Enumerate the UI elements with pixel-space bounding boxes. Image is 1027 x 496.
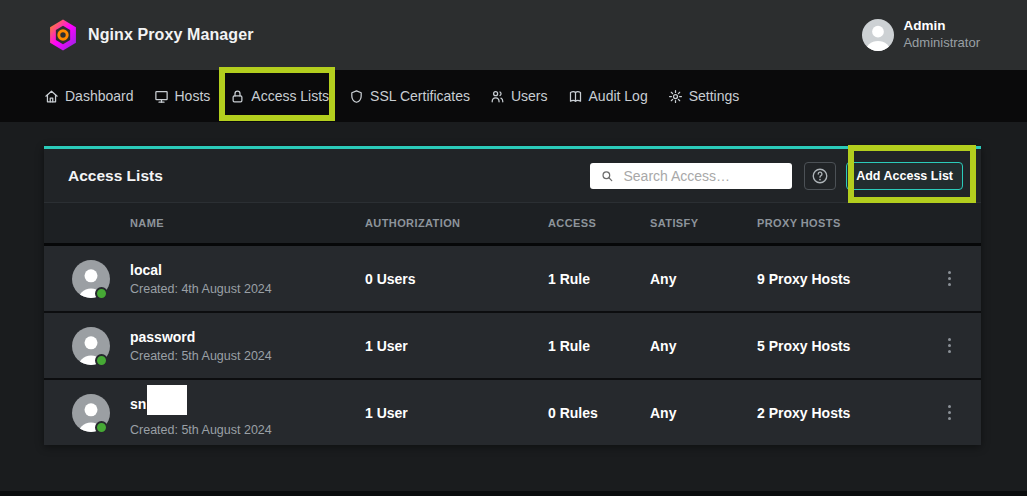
row-actions-menu[interactable] [948, 271, 951, 286]
row-authorization: 1 User [365, 338, 548, 354]
row-created: Created: 5th August 2024 [130, 349, 365, 363]
row-actions-menu[interactable] [948, 338, 951, 353]
nav-item-access-lists[interactable]: Access Lists [230, 88, 329, 104]
row-created: Created: 5th August 2024 [130, 423, 365, 437]
row-access: 1 Rule [548, 271, 650, 287]
app-logo-icon [48, 19, 78, 51]
row-access: 1 Rule [548, 338, 650, 354]
row-proxy-hosts: 2 Proxy Hosts [757, 405, 917, 421]
lock-icon [230, 89, 245, 104]
row-access: 0 Rules [548, 405, 650, 421]
row-authorization: 0 Users [365, 271, 548, 287]
col-header-authorization: AUTHORIZATION [365, 217, 548, 229]
online-status-dot [95, 421, 108, 434]
main-nav: Dashboard Hosts Access Lists SSL Certifi… [0, 70, 1027, 122]
row-avatar [72, 394, 110, 432]
row-proxy-hosts: 5 Proxy Hosts [757, 338, 917, 354]
nav-item-dashboard[interactable]: Dashboard [44, 88, 134, 104]
online-status-dot [95, 287, 108, 300]
monitor-icon [154, 89, 169, 104]
redaction-box [147, 385, 187, 415]
row-avatar [72, 260, 110, 298]
row-created: Created: 4th August 2024 [130, 282, 365, 296]
row-satisfy: Any [650, 271, 757, 287]
user-menu[interactable]: Admin Administrator [862, 18, 980, 51]
users-icon [490, 89, 505, 104]
shield-icon [349, 89, 364, 104]
add-access-list-button[interactable]: Add Access List [846, 162, 963, 190]
help-icon [811, 167, 829, 185]
row-avatar [72, 327, 110, 365]
search-box [590, 163, 792, 189]
table-row[interactable]: sn Created: 5th August 2024 1 User 0 Rul… [44, 380, 981, 445]
gear-icon [668, 89, 683, 104]
row-name: sn [130, 396, 146, 412]
app-header: Nginx Proxy Manager Admin Administrator [0, 0, 1027, 70]
book-icon [568, 89, 583, 104]
panel-title: Access Lists [68, 167, 163, 185]
row-name: local [130, 262, 162, 278]
col-header-name: NAME [130, 217, 365, 229]
row-proxy-hosts: 9 Proxy Hosts [757, 271, 917, 287]
table-row[interactable]: password Created: 5th August 2024 1 User… [44, 313, 981, 378]
help-button[interactable] [804, 162, 836, 190]
row-satisfy: Any [650, 405, 757, 421]
row-actions-menu[interactable] [948, 405, 951, 420]
table-row[interactable]: local Created: 4th August 2024 0 Users 1… [44, 246, 981, 311]
col-header-proxy-hosts: PROXY HOSTS [757, 217, 917, 229]
online-status-dot [95, 354, 108, 367]
table-header: NAME AUTHORIZATION ACCESS SATISFY PROXY … [44, 202, 981, 243]
search-icon [601, 169, 613, 183]
col-header-satisfy: SATISFY [650, 217, 757, 229]
search-input[interactable] [623, 168, 781, 184]
user-name: Admin [903, 18, 980, 35]
table-body: local Created: 4th August 2024 0 Users 1… [44, 243, 981, 445]
nav-item-ssl-certificates[interactable]: SSL Certificates [349, 88, 470, 104]
home-icon [44, 89, 59, 104]
user-avatar [862, 19, 894, 51]
nav-item-hosts[interactable]: Hosts [154, 88, 211, 104]
row-satisfy: Any [650, 338, 757, 354]
access-lists-panel: Access Lists Add Access List NAME AUTHOR… [44, 146, 981, 445]
col-header-access: ACCESS [548, 217, 650, 229]
row-authorization: 1 User [365, 405, 548, 421]
footer-strip [0, 491, 1027, 496]
nav-item-settings[interactable]: Settings [668, 88, 740, 104]
nav-item-users[interactable]: Users [490, 88, 548, 104]
user-role: Administrator [903, 35, 980, 51]
nav-item-audit-log[interactable]: Audit Log [568, 88, 648, 104]
app-title: Nginx Proxy Manager [88, 26, 254, 44]
row-name: password [130, 329, 195, 345]
